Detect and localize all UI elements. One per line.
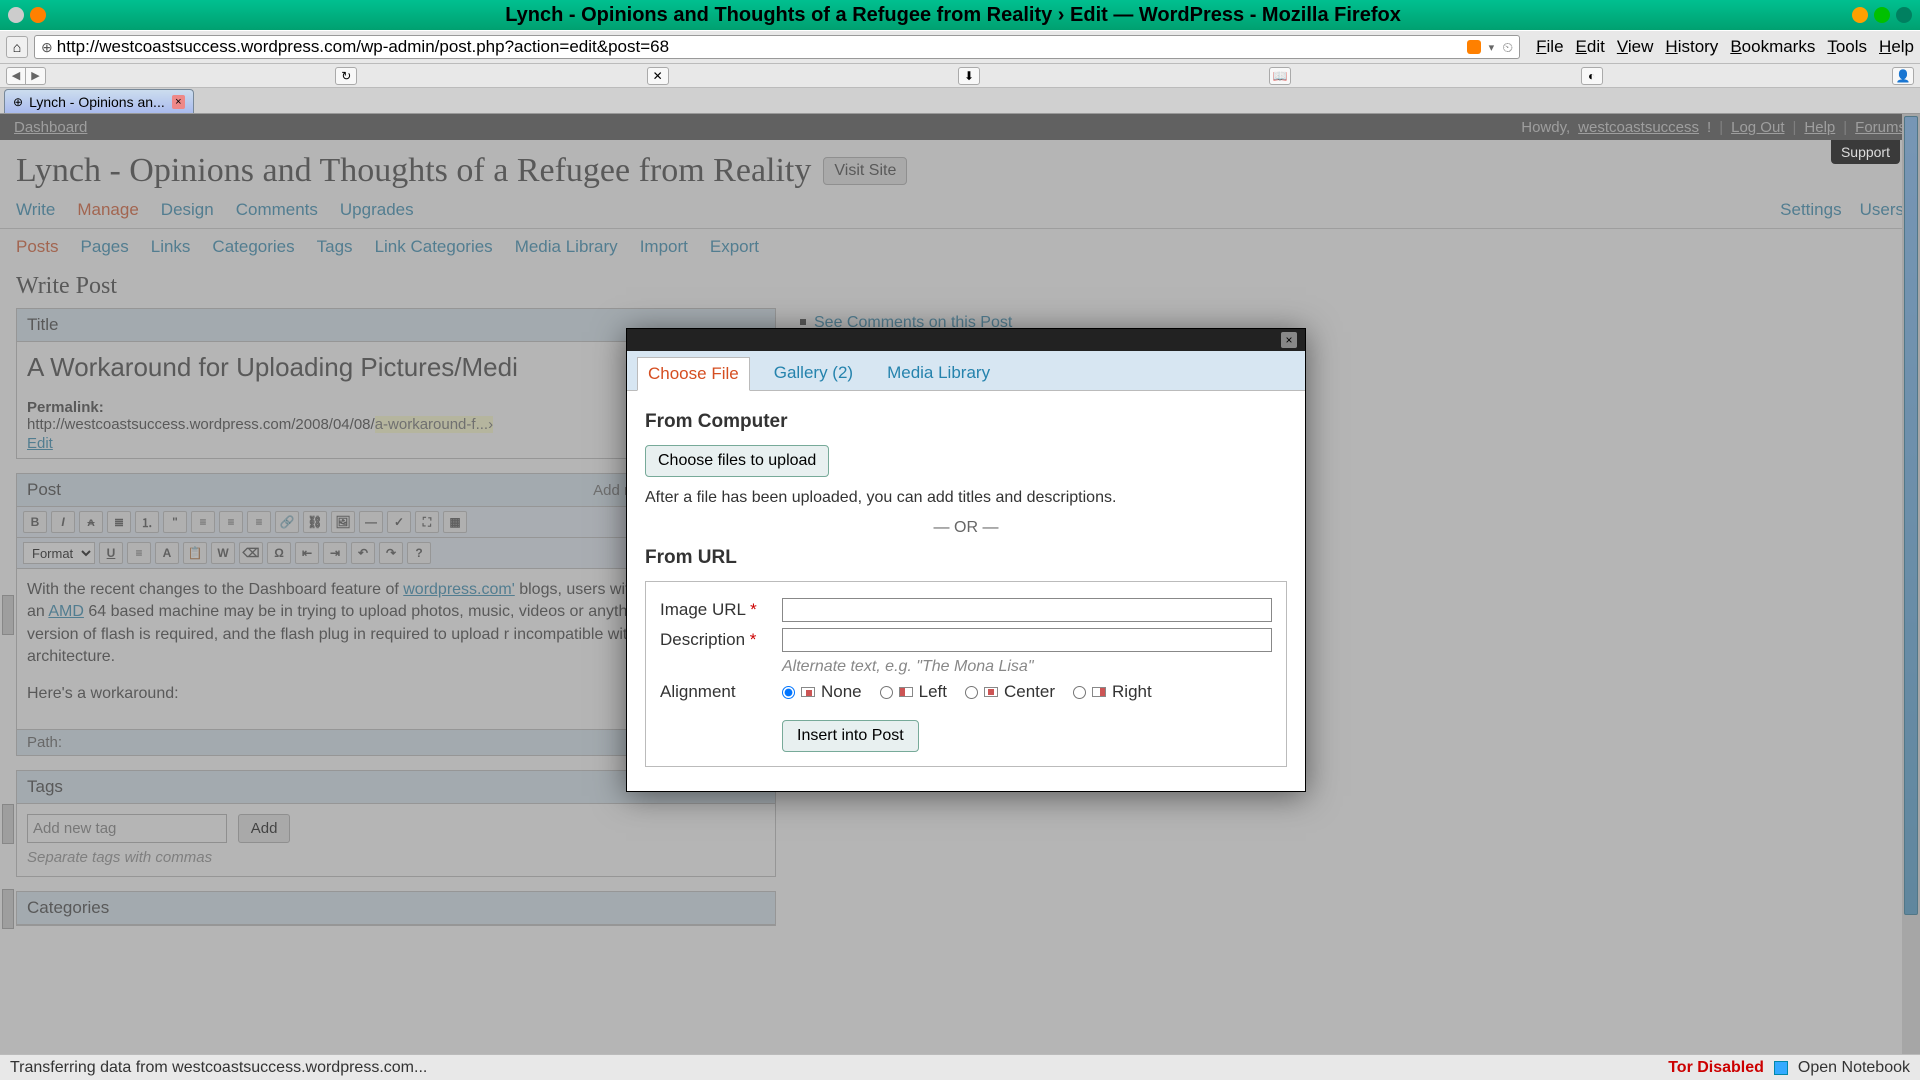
from-url-form: Image URL * Description * Alternate text… bbox=[645, 581, 1287, 767]
menu-file[interactable]: File bbox=[1536, 37, 1563, 57]
menu-bookmarks[interactable]: Bookmarks bbox=[1730, 37, 1815, 57]
or-separator: — OR — bbox=[645, 519, 1287, 537]
alignment-label: Alignment bbox=[660, 682, 772, 702]
home-button[interactable]: ⌂ bbox=[6, 36, 28, 58]
bookmark-button[interactable]: 📖 bbox=[1269, 67, 1291, 85]
menu-history[interactable]: History bbox=[1665, 37, 1718, 57]
modal-body: From Computer Choose files to upload Aft… bbox=[627, 391, 1305, 791]
spinner-icon: ⏲ bbox=[1502, 39, 1513, 56]
window-titlebar: Lynch - Opinions and Thoughts of a Refug… bbox=[0, 0, 1920, 30]
tab-choose-file[interactable]: Choose File bbox=[637, 357, 750, 391]
firefox-icon bbox=[30, 7, 46, 23]
url-text: http://westcoastsuccess.wordpress.com/wp… bbox=[57, 37, 669, 57]
upload-modal: × Choose File Gallery (2) Media Library … bbox=[626, 328, 1306, 792]
image-url-input[interactable] bbox=[782, 598, 1272, 622]
window-title: Lynch - Opinions and Thoughts of a Refug… bbox=[54, 4, 1852, 27]
description-label: Description bbox=[660, 630, 745, 649]
after-upload-text: After a file has been uploaded, you can … bbox=[645, 489, 1287, 507]
insert-into-post-button[interactable]: Insert into Post bbox=[782, 720, 919, 752]
modal-tabs: Choose File Gallery (2) Media Library bbox=[627, 351, 1305, 391]
menu-help[interactable]: Help bbox=[1879, 37, 1914, 57]
description-hint: Alternate text, e.g. "The Mona Lisa" bbox=[782, 658, 1272, 676]
browser-navbar: ⌂ ⊕ http://westcoastsuccess.wordpress.co… bbox=[0, 30, 1920, 64]
reload-button[interactable]: ↻ bbox=[335, 67, 357, 85]
download-button[interactable]: ⬇ bbox=[958, 67, 980, 85]
notebook-label[interactable]: Open Notebook bbox=[1798, 1059, 1910, 1077]
url-input[interactable]: ⊕ http://westcoastsuccess.wordpress.com/… bbox=[34, 35, 1520, 59]
window-right-buttons bbox=[1852, 7, 1912, 23]
tor-status[interactable]: Tor Disabled bbox=[1668, 1059, 1764, 1077]
back-button[interactable]: ◀ bbox=[6, 67, 26, 85]
close-window-icon[interactable] bbox=[1896, 7, 1912, 23]
favicon-icon: ⊕ bbox=[41, 39, 53, 56]
menu-view[interactable]: View bbox=[1617, 37, 1654, 57]
tab-favicon-icon: ⊕ bbox=[13, 95, 23, 109]
image-url-label: Image URL bbox=[660, 600, 745, 619]
privacy-button[interactable]: ◐ bbox=[1581, 67, 1603, 85]
minimize-icon[interactable] bbox=[1852, 7, 1868, 23]
tab-media-library[interactable]: Media Library bbox=[877, 357, 1000, 390]
modal-close-button[interactable]: × bbox=[1281, 332, 1297, 348]
menu-edit[interactable]: Edit bbox=[1576, 37, 1605, 57]
window-left-buttons bbox=[8, 7, 46, 23]
stop-button[interactable]: ✕ bbox=[647, 67, 669, 85]
from-url-heading: From URL bbox=[645, 547, 1287, 569]
description-input[interactable] bbox=[782, 628, 1272, 652]
tab-close-icon[interactable]: × bbox=[172, 95, 185, 109]
browser-statusbar: Transferring data from westcoastsuccess.… bbox=[0, 1054, 1920, 1080]
user-button[interactable]: 👤 bbox=[1892, 67, 1914, 85]
tab-label: Lynch - Opinions an... bbox=[29, 94, 166, 110]
browser-tab[interactable]: ⊕ Lynch - Opinions an... × bbox=[4, 89, 194, 113]
align-center-radio[interactable]: Center bbox=[965, 682, 1055, 702]
status-text: Transferring data from westcoastsuccess.… bbox=[10, 1059, 427, 1077]
align-none-radio[interactable]: None bbox=[782, 682, 862, 702]
maximize-icon[interactable] bbox=[1874, 7, 1890, 23]
browser-toolbar: ◀ ▶ ↻ ✕ ⬇ 📖 ◐ 👤 bbox=[0, 64, 1920, 88]
align-right-radio[interactable]: Right bbox=[1073, 682, 1152, 702]
from-computer-heading: From Computer bbox=[645, 411, 1287, 433]
dropdown-icon[interactable]: ▾ bbox=[1489, 41, 1495, 54]
notebook-icon[interactable] bbox=[1774, 1061, 1788, 1075]
tab-gallery[interactable]: Gallery (2) bbox=[764, 357, 863, 390]
tab-strip: ⊕ Lynch - Opinions an... × bbox=[0, 88, 1920, 114]
forward-button[interactable]: ▶ bbox=[26, 67, 46, 85]
choose-files-button[interactable]: Choose files to upload bbox=[645, 445, 829, 477]
menu-tools[interactable]: Tools bbox=[1827, 37, 1867, 57]
align-left-radio[interactable]: Left bbox=[880, 682, 947, 702]
modal-header: × bbox=[627, 329, 1305, 351]
support-button[interactable]: Support bbox=[1831, 140, 1900, 164]
menu-bar: File Edit View History Bookmarks Tools H… bbox=[1536, 37, 1914, 57]
feed-icon[interactable] bbox=[1467, 40, 1481, 54]
window-button-icon[interactable] bbox=[8, 7, 24, 23]
